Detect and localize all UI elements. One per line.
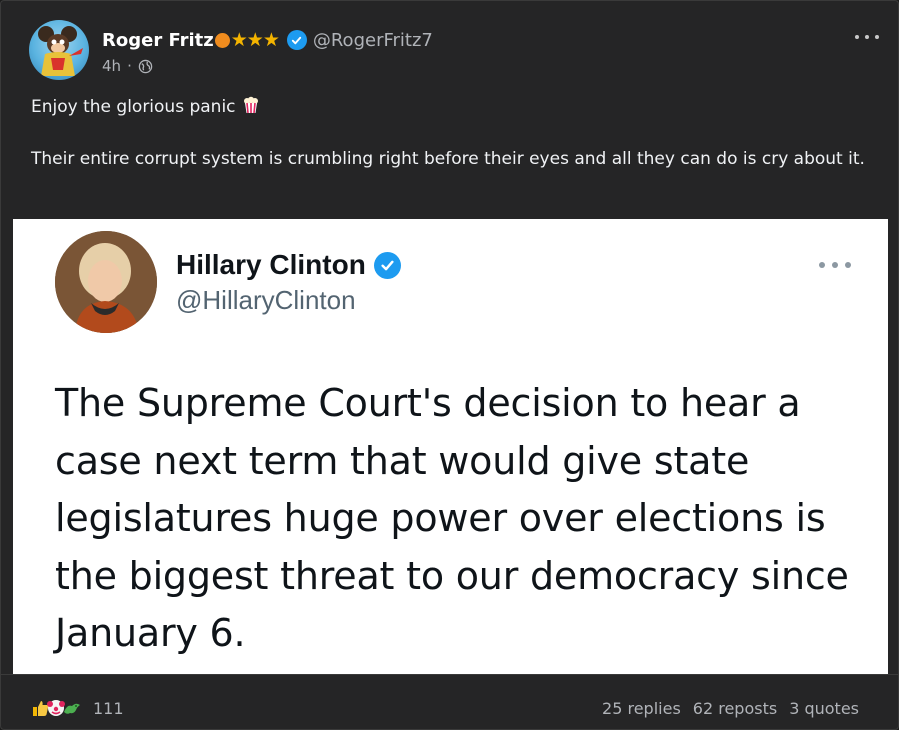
embed-name-row: Hillary Clinton — [176, 245, 401, 285]
author-name[interactable]: Roger Fritz — [102, 30, 214, 51]
hillary-avatar-icon — [55, 231, 157, 333]
orange-emoji-icon — [214, 32, 230, 48]
post-card: Roger Fritz ★★★ @RogerFritz7 4h · Enjoy … — [0, 0, 899, 730]
post-time[interactable]: 4h — [102, 57, 121, 75]
globe-icon — [138, 59, 153, 73]
replies-link[interactable]: 25 replies — [602, 699, 681, 718]
popcorn-icon — [243, 96, 258, 114]
embed-verified-icon — [373, 251, 401, 279]
post-line-1-text: Enjoy the glorious panic — [31, 97, 236, 117]
post-header: Roger Fritz ★★★ @RogerFritz7 4h · — [29, 20, 879, 82]
meta-separator: · — [127, 57, 132, 75]
quotes-link[interactable]: 3 quotes — [789, 699, 859, 718]
embed-avatar — [55, 231, 157, 333]
star-badges: ★★★ — [230, 29, 280, 51]
post-text: Enjoy the glorious panic Their entire co… — [31, 94, 871, 172]
dragon-icon — [61, 697, 83, 719]
verified-icon — [286, 30, 307, 50]
author-name-row: Roger Fritz ★★★ @RogerFritz7 — [102, 27, 433, 53]
post-footer: 111 25 replies 62 reposts 3 quotes — [29, 695, 859, 721]
author-handle[interactable]: @RogerFritz7 — [313, 30, 433, 51]
author-avatar[interactable] — [29, 20, 89, 80]
post-stats: 25 replies 62 reposts 3 quotes — [602, 699, 859, 718]
footer-divider — [1, 674, 898, 675]
embed-tweet-text: The Supreme Court's decision to hear a c… — [55, 381, 849, 655]
reactions[interactable]: 111 — [29, 697, 124, 719]
reaction-count: 111 — [93, 698, 124, 718]
more-options-icon[interactable] — [855, 32, 879, 42]
embed-author-name: Hillary Clinton — [176, 249, 366, 280]
embedded-tweet-image[interactable]: Hillary Clinton @HillaryClinton The Supr… — [13, 219, 888, 674]
reposts-link[interactable]: 62 reposts — [693, 699, 777, 718]
post-line-2: Their entire corrupt system is crumbling… — [31, 149, 865, 169]
embed-more-icon — [819, 261, 851, 269]
post-meta: 4h · — [102, 56, 153, 76]
post-line-1: Enjoy the glorious panic — [31, 94, 871, 120]
embed-author-handle: @HillaryClinton — [176, 285, 356, 315]
mighty-mouse-avatar-icon — [38, 26, 83, 76]
